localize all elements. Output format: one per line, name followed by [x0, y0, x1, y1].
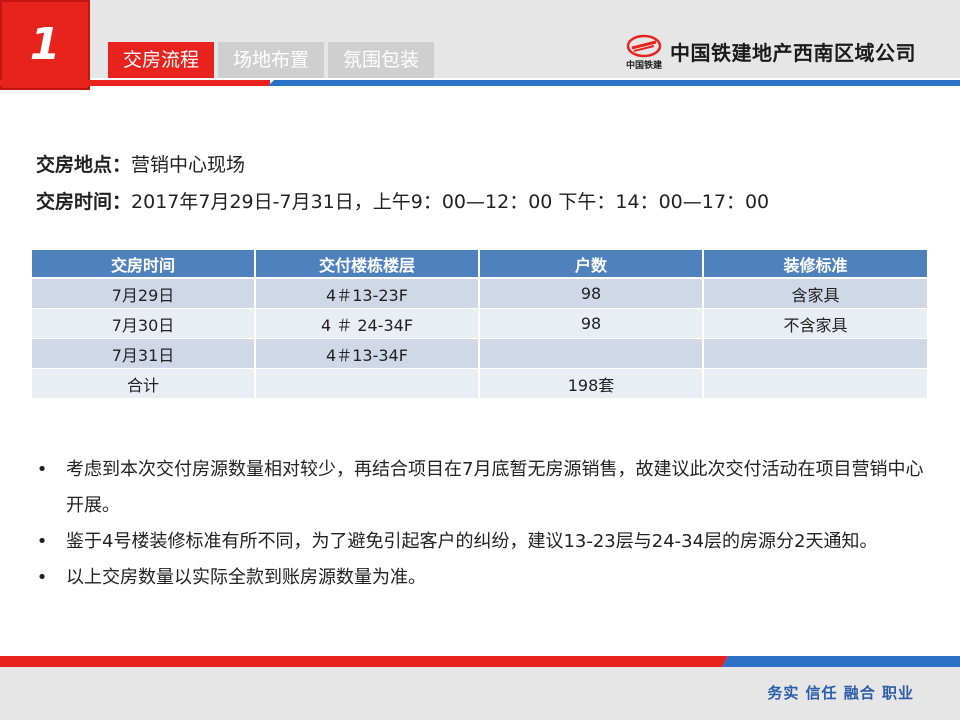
- table-cell: 7月29日: [32, 278, 256, 309]
- table-cell: [703, 338, 927, 369]
- tab-venue-layout[interactable]: 场地布置: [218, 42, 324, 78]
- table-cell: 7月31日: [32, 338, 256, 369]
- footer-slogan: 务实 信任 融合 职业: [767, 684, 914, 702]
- logo-caption: 中国铁建: [625, 61, 662, 71]
- table-cell: [255, 368, 480, 399]
- delivery-schedule-table: 交房时间 交付楼栋楼层 户数 装修标准 7月29日 4＃13-23F 98 含家…: [32, 250, 927, 399]
- table-cell: 7月30日: [32, 308, 256, 339]
- time-value: 2017年7月29日-7月31日，上午9：00—12：00 下午：14：00—1…: [131, 191, 770, 213]
- table-row: 7月30日 4 ＃ 24-34F 98 不含家具: [32, 308, 927, 339]
- table-cell: 198套: [479, 368, 704, 399]
- location-label: 交房地点：: [36, 154, 132, 176]
- time-line: 交房时间：2017年7月29日-7月31日，上午9：00—12：00 下午：14…: [36, 187, 769, 214]
- bullet-icon: •: [36, 459, 48, 480]
- list-item: • 以上交房数量以实际全款到账房源数量为准。: [36, 560, 926, 596]
- header-stripe-blue: [268, 80, 960, 86]
- bullet-icon: •: [36, 567, 48, 588]
- footer-stripe-red: [0, 656, 728, 667]
- table-row-total: 合计 198套: [32, 368, 927, 399]
- list-item-text: 考虑到本次交付房源数量相对较少，再结合项目在7月底暂无房源销售，故建议此次交付活…: [66, 459, 924, 516]
- table-cell: 98: [479, 278, 704, 309]
- table-row: 7月29日 4＃13-23F 98 含家具: [32, 278, 927, 309]
- tab-atmosphere[interactable]: 氛围包装: [328, 42, 434, 78]
- table-cell: 4＃13-34F: [255, 338, 480, 369]
- table-cell: 合计: [32, 368, 256, 399]
- section-number: 1: [29, 19, 61, 70]
- table-cell: 98: [479, 308, 704, 339]
- table-cell: 不含家具: [703, 308, 927, 339]
- list-item-text: 鉴于4号楼装修标准有所不同，为了避免引起客户的纠纷，建议13-23层与24-34…: [66, 531, 878, 552]
- header-cell-units: 户数: [479, 250, 704, 279]
- company-name: 中国铁建地产西南区域公司: [670, 41, 916, 65]
- section-number-badge: 1: [0, 0, 90, 90]
- list-item-text: 以上交房数量以实际全款到账房源数量为准。: [66, 567, 426, 588]
- notes-list: • 考虑到本次交付房源数量相对较少，再结合项目在7月底暂无房源销售，故建议此次交…: [36, 452, 926, 596]
- tab-delivery-process[interactable]: 交房流程: [108, 42, 214, 78]
- location-value: 营销中心现场: [131, 154, 246, 176]
- header-stripe-red: [0, 80, 270, 86]
- table-cell: [479, 338, 704, 369]
- list-item: • 考虑到本次交付房源数量相对较少，再结合项目在7月底暂无房源销售，故建议此次交…: [36, 452, 926, 524]
- time-label: 交房时间：: [36, 191, 132, 213]
- company-logo-icon: [626, 34, 662, 58]
- table-row: 7月31日 4＃13-34F: [32, 338, 927, 369]
- header-cell-date: 交房时间: [32, 250, 256, 279]
- list-item: • 鉴于4号楼装修标准有所不同，为了避免引起客户的纠纷，建议13-23层与24-…: [36, 524, 926, 560]
- footer-stripe-blue: [722, 656, 960, 667]
- table-cell: 含家具: [703, 278, 927, 309]
- header-cell-building: 交付楼栋楼层: [255, 250, 480, 279]
- header-cell-decoration: 装修标准: [703, 250, 927, 279]
- table-cell: 4＃13-23F: [255, 278, 480, 309]
- table-cell: [703, 368, 927, 399]
- location-line: 交房地点：营销中心现场: [36, 150, 245, 177]
- table-cell: 4 ＃ 24-34F: [255, 308, 480, 339]
- table-header-row: 交房时间 交付楼栋楼层 户数 装修标准: [32, 250, 927, 279]
- bullet-icon: •: [36, 531, 48, 552]
